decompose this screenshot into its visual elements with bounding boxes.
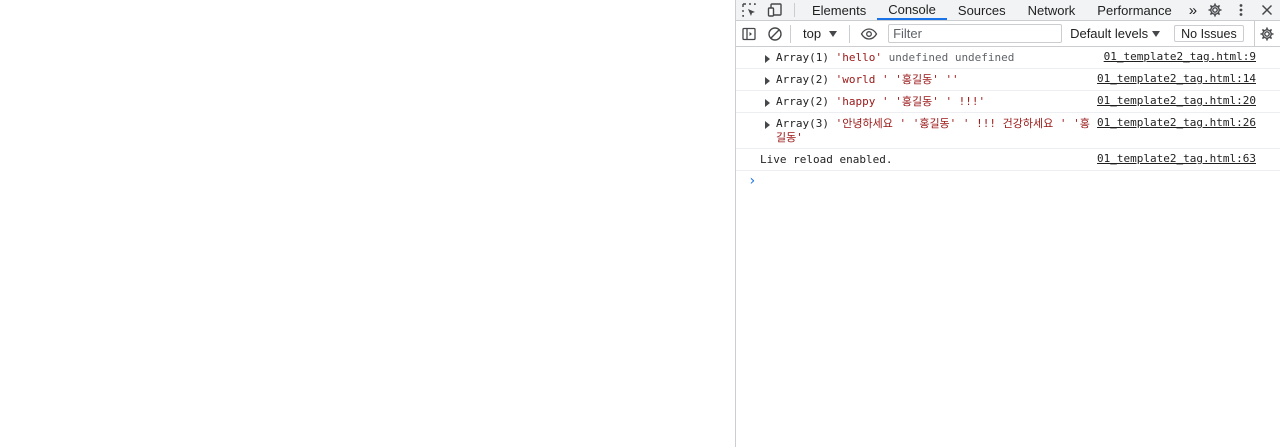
expand-triangle-icon[interactable] — [765, 55, 770, 63]
devtools-tabbar: Elements Console Sources Network Performance… — [736, 0, 1280, 21]
console-message[interactable]: Array(2) 'happy ' '홍길동' ' !!!' 01_templat… — [736, 91, 1280, 113]
kebab-menu-icon[interactable] — [1228, 0, 1254, 20]
message-plain-text: Array(2) — [776, 95, 836, 108]
inspect-element-icon[interactable] — [736, 0, 762, 20]
source-link[interactable]: 01_template2_tag.html:20 — [1097, 94, 1256, 108]
prompt-chevron-icon: › — [748, 173, 757, 189]
clear-console-icon[interactable] — [762, 21, 788, 47]
levels-label: Default levels — [1070, 26, 1149, 41]
chevron-down-icon — [1152, 30, 1161, 37]
expand-triangle-icon[interactable] — [765, 121, 770, 129]
message-plain-text: Array(2) — [776, 73, 836, 86]
device-toolbar-icon[interactable] — [762, 0, 788, 20]
message-plain-text: Array(1) — [776, 51, 836, 64]
message-plain-text: Array(3) — [776, 117, 836, 130]
expand-triangle-icon[interactable] — [765, 77, 770, 85]
sidebar-toggle-icon[interactable] — [736, 21, 762, 47]
tab-network[interactable]: Network — [1017, 0, 1087, 20]
message-undef-text: undefined undefined — [881, 51, 1015, 64]
issues-button[interactable]: No Issues — [1174, 25, 1244, 42]
console-message: Live reload enabled. 01_template2_tag.htm… — [736, 149, 1280, 171]
filter-input[interactable]: Filter — [888, 24, 1063, 43]
message-string-text: 'world ' '홍길동' '' — [835, 73, 959, 86]
console-settings-gear-icon[interactable] — [1254, 21, 1278, 47]
message-content: Array(2) 'happy ' '홍길동' ' !!!' — [760, 95, 1090, 109]
toolbar-separator — [849, 24, 851, 43]
console-message[interactable]: Array(2) 'world ' '홍길동' '' 01_template2_t… — [736, 69, 1280, 91]
source-link[interactable]: 01_template2_tag.html:9 — [1104, 50, 1256, 64]
live-expression-eye-icon[interactable] — [856, 21, 882, 47]
gear-icon[interactable] — [1202, 0, 1228, 20]
message-string-text: 'happy ' '홍길동' ' !!!' — [835, 95, 986, 108]
tab-console[interactable]: Console — [877, 0, 947, 20]
page-viewport — [0, 0, 735, 447]
message-content: Live reload enabled. — [760, 153, 1090, 167]
log-levels-dropdown[interactable]: Default levels — [1070, 26, 1161, 41]
source-link[interactable]: 01_template2_tag.html:14 — [1097, 72, 1256, 86]
tabbar-actions — [1202, 0, 1280, 20]
console-messages: Array(1) 'hello' undefined undefined 01_t… — [736, 47, 1280, 171]
toolbar-separator — [790, 24, 791, 43]
chevron-down-icon — [829, 30, 838, 37]
console-prompt[interactable]: › — [736, 171, 1280, 191]
console-message[interactable]: Array(3) '안녕하세요 ' '홍길동' ' !!! 건강하세요 ' '홍… — [736, 113, 1280, 149]
console-toolbar: top Filter Default levels No Issues — [736, 21, 1280, 47]
filter-placeholder: Filter — [893, 26, 922, 41]
message-plain-text: Live reload enabled. — [760, 153, 893, 166]
more-tabs-button[interactable]: » — [1183, 0, 1203, 20]
close-icon[interactable] — [1254, 0, 1280, 20]
console-message[interactable]: Array(1) 'hello' undefined undefined 01_t… — [736, 47, 1280, 69]
context-selector[interactable]: top — [793, 21, 843, 47]
source-link[interactable]: 01_template2_tag.html:63 — [1097, 152, 1256, 166]
message-content: Array(3) '안녕하세요 ' '홍길동' ' !!! 건강하세요 ' '홍… — [760, 117, 1090, 145]
context-label: top — [803, 26, 822, 41]
issues-label: No Issues — [1181, 26, 1237, 41]
message-content: Array(1) 'hello' undefined undefined — [760, 51, 1090, 65]
message-string-text: 'hello' — [835, 51, 882, 64]
source-link[interactable]: 01_template2_tag.html:26 — [1097, 116, 1256, 130]
tab-sources[interactable]: Sources — [947, 0, 1017, 20]
devtools-panel: Elements Console Sources Network Performance… — [735, 0, 1280, 447]
message-content: Array(2) 'world ' '홍길동' '' — [760, 73, 1090, 87]
expand-triangle-icon[interactable] — [765, 99, 770, 107]
tab-performance[interactable]: Performance — [1086, 0, 1182, 20]
tab-elements[interactable]: Elements — [801, 0, 877, 20]
tabbar-separator — [794, 3, 795, 17]
tab-list: Elements Console Sources Network Performance — [801, 0, 1183, 20]
